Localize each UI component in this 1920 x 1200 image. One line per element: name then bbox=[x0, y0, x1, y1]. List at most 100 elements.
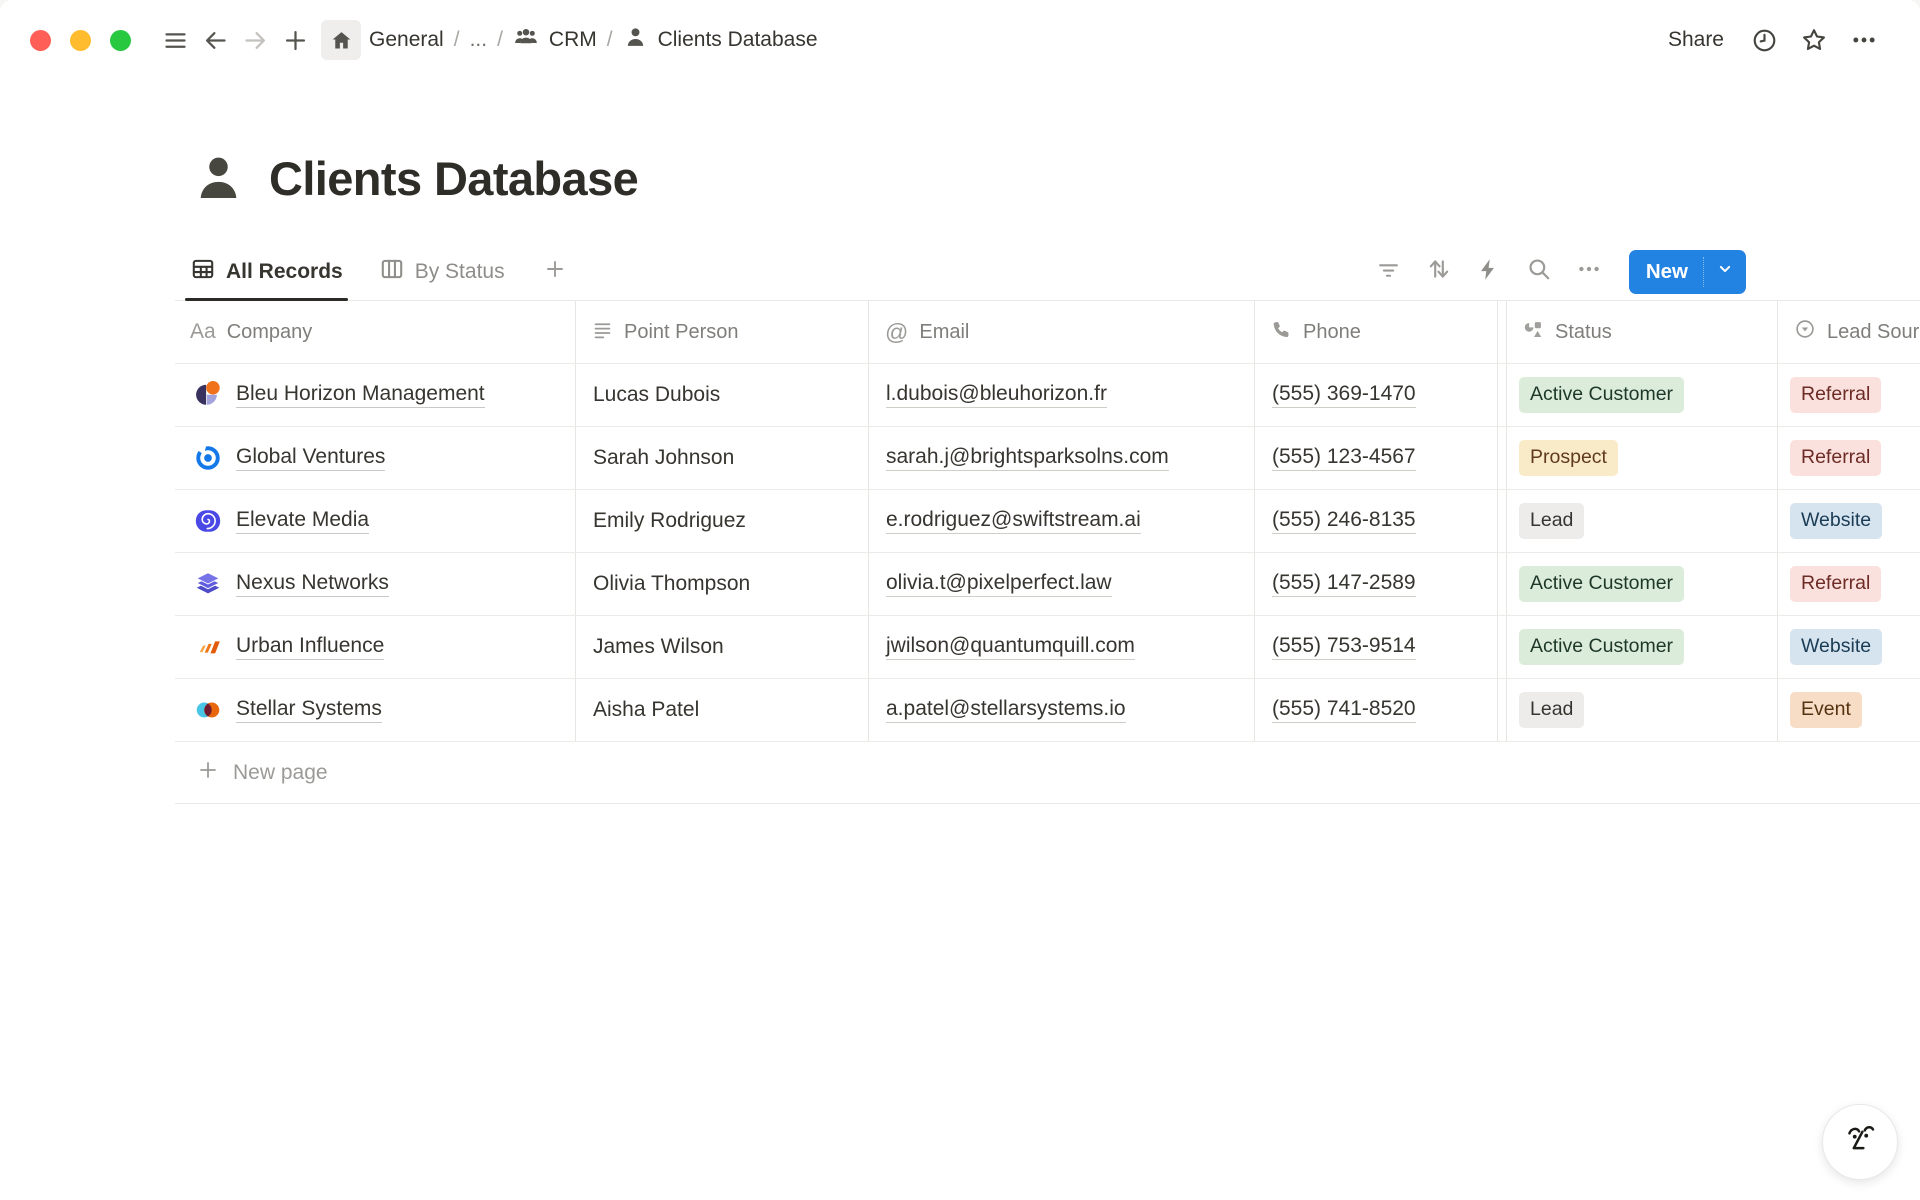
status-badge[interactable]: Lead bbox=[1519, 503, 1584, 539]
point-person-cell[interactable]: Aisha Patel bbox=[576, 679, 869, 741]
lead-source-badge[interactable]: Referral bbox=[1790, 377, 1881, 413]
phone-link[interactable]: (555) 147-2589 bbox=[1272, 571, 1416, 597]
new-record-button[interactable]: New bbox=[1629, 250, 1703, 294]
company-link[interactable]: Elevate Media bbox=[236, 508, 369, 534]
company-cell[interactable]: Nexus Networks bbox=[175, 553, 576, 615]
email-link[interactable]: l.dubois@bleuhorizon.fr bbox=[886, 382, 1107, 408]
company-cell[interactable]: Elevate Media bbox=[175, 490, 576, 552]
phone-cell[interactable]: (555) 369-1470 bbox=[1255, 364, 1498, 426]
sidebar-menu-button[interactable] bbox=[155, 20, 195, 60]
email-cell[interactable]: e.rodriguez@swiftstream.ai bbox=[869, 490, 1255, 552]
status-cell[interactable]: Active Customer bbox=[1507, 364, 1778, 426]
history-button[interactable] bbox=[1744, 20, 1784, 60]
email-cell[interactable]: olivia.t@pixelperfect.law bbox=[869, 553, 1255, 615]
breadcrumb-item-collapsed[interactable]: ... bbox=[462, 24, 496, 56]
status-badge[interactable]: Active Customer bbox=[1519, 377, 1684, 413]
company-cell[interactable]: Stellar Systems bbox=[175, 679, 576, 741]
back-button[interactable] bbox=[195, 20, 235, 60]
email-cell[interactable]: sarah.j@brightsparksolns.com bbox=[869, 427, 1255, 489]
zoom-window-button[interactable] bbox=[110, 30, 131, 51]
status-cell[interactable]: Active Customer bbox=[1507, 553, 1778, 615]
column-header-company[interactable]: Aa Company bbox=[175, 301, 576, 363]
page-icon-person[interactable] bbox=[190, 150, 247, 207]
email-link[interactable]: a.patel@stellarsystems.io bbox=[886, 697, 1126, 723]
email-link[interactable]: olivia.t@pixelperfect.law bbox=[886, 571, 1112, 597]
email-link[interactable]: sarah.j@brightsparksolns.com bbox=[886, 445, 1169, 471]
status-cell[interactable]: Lead bbox=[1507, 490, 1778, 552]
status-cell[interactable]: Prospect bbox=[1507, 427, 1778, 489]
tab-by-status[interactable]: By Status bbox=[374, 243, 510, 300]
lead-source-cell[interactable]: Event bbox=[1778, 679, 1920, 741]
tab-all-records[interactable]: All Records bbox=[185, 243, 348, 300]
favorite-button[interactable] bbox=[1794, 20, 1834, 60]
minimize-window-button[interactable] bbox=[70, 30, 91, 51]
company-cell[interactable]: Global Ventures bbox=[175, 427, 576, 489]
breadcrumb-item-clients-database[interactable]: Clients Database bbox=[615, 21, 826, 60]
lead-source-cell[interactable]: Referral bbox=[1778, 364, 1920, 426]
company-link[interactable]: Urban Influence bbox=[236, 634, 384, 660]
phone-link[interactable]: (555) 753-9514 bbox=[1272, 634, 1416, 660]
column-header-phone[interactable]: Phone bbox=[1255, 301, 1498, 363]
phone-link[interactable]: (555) 123-4567 bbox=[1272, 445, 1416, 471]
point-person-cell[interactable]: Emily Rodriguez bbox=[576, 490, 869, 552]
notion-ai-button[interactable] bbox=[1822, 1104, 1898, 1180]
breadcrumb-item-general[interactable]: General bbox=[361, 24, 452, 56]
point-person-cell[interactable]: Sarah Johnson bbox=[576, 427, 869, 489]
new-record-dropdown-button[interactable] bbox=[1704, 250, 1746, 294]
company-cell[interactable]: Bleu Horizon Management bbox=[175, 364, 576, 426]
status-cell[interactable]: Active Customer bbox=[1507, 616, 1778, 678]
lead-source-cell[interactable]: Website bbox=[1778, 616, 1920, 678]
email-cell[interactable]: jwilson@quantumquill.com bbox=[869, 616, 1255, 678]
lead-source-badge[interactable]: Website bbox=[1790, 629, 1882, 665]
lead-source-cell[interactable]: Website bbox=[1778, 490, 1920, 552]
add-view-button[interactable] bbox=[538, 243, 572, 300]
sort-button[interactable] bbox=[1421, 254, 1457, 290]
status-badge[interactable]: Active Customer bbox=[1519, 629, 1684, 665]
point-person-cell[interactable]: James Wilson bbox=[576, 616, 869, 678]
phone-link[interactable]: (555) 369-1470 bbox=[1272, 382, 1416, 408]
lead-source-badge[interactable]: Referral bbox=[1790, 566, 1881, 602]
page-options-button[interactable] bbox=[1844, 20, 1884, 60]
status-badge[interactable]: Active Customer bbox=[1519, 566, 1684, 602]
phone-link[interactable]: (555) 246-8135 bbox=[1272, 508, 1416, 534]
automations-button[interactable] bbox=[1471, 254, 1507, 290]
column-header-email[interactable]: @ Email bbox=[869, 301, 1255, 363]
breadcrumb-home-button[interactable] bbox=[321, 20, 361, 60]
status-cell[interactable]: Lead bbox=[1507, 679, 1778, 741]
lead-source-badge[interactable]: Event bbox=[1790, 692, 1862, 728]
breadcrumb-item-crm[interactable]: CRM bbox=[505, 20, 605, 60]
lead-source-cell[interactable]: Referral bbox=[1778, 427, 1920, 489]
new-page-button[interactable]: New page bbox=[175, 742, 1920, 804]
lead-source-badge[interactable]: Referral bbox=[1790, 440, 1881, 476]
forward-button[interactable] bbox=[235, 20, 275, 60]
search-button[interactable] bbox=[1521, 254, 1557, 290]
new-tab-button[interactable] bbox=[275, 20, 315, 60]
point-person-cell[interactable]: Olivia Thompson bbox=[576, 553, 869, 615]
close-window-button[interactable] bbox=[30, 30, 51, 51]
email-cell[interactable]: a.patel@stellarsystems.io bbox=[869, 679, 1255, 741]
phone-link[interactable]: (555) 741-8520 bbox=[1272, 697, 1416, 723]
share-button[interactable]: Share bbox=[1658, 22, 1734, 58]
view-options-button[interactable] bbox=[1571, 254, 1607, 290]
email-link[interactable]: jwilson@quantumquill.com bbox=[886, 634, 1135, 660]
phone-cell[interactable]: (555) 147-2589 bbox=[1255, 553, 1498, 615]
lead-source-badge[interactable]: Website bbox=[1790, 503, 1882, 539]
point-person-cell[interactable]: Lucas Dubois bbox=[576, 364, 869, 426]
company-cell[interactable]: Urban Influence bbox=[175, 616, 576, 678]
column-header-status[interactable]: Status bbox=[1507, 301, 1778, 363]
email-link[interactable]: e.rodriguez@swiftstream.ai bbox=[886, 508, 1141, 534]
column-header-lead-source[interactable]: Lead Source bbox=[1778, 301, 1920, 363]
filter-button[interactable] bbox=[1371, 254, 1407, 290]
phone-cell[interactable]: (555) 741-8520 bbox=[1255, 679, 1498, 741]
phone-cell[interactable]: (555) 246-8135 bbox=[1255, 490, 1498, 552]
email-cell[interactable]: l.dubois@bleuhorizon.fr bbox=[869, 364, 1255, 426]
phone-cell[interactable]: (555) 753-9514 bbox=[1255, 616, 1498, 678]
company-link[interactable]: Nexus Networks bbox=[236, 571, 389, 597]
company-link[interactable]: Bleu Horizon Management bbox=[236, 382, 485, 408]
lead-source-cell[interactable]: Referral bbox=[1778, 553, 1920, 615]
company-link[interactable]: Global Ventures bbox=[236, 445, 385, 471]
phone-cell[interactable]: (555) 123-4567 bbox=[1255, 427, 1498, 489]
status-badge[interactable]: Prospect bbox=[1519, 440, 1618, 476]
status-badge[interactable]: Lead bbox=[1519, 692, 1584, 728]
company-link[interactable]: Stellar Systems bbox=[236, 697, 382, 723]
